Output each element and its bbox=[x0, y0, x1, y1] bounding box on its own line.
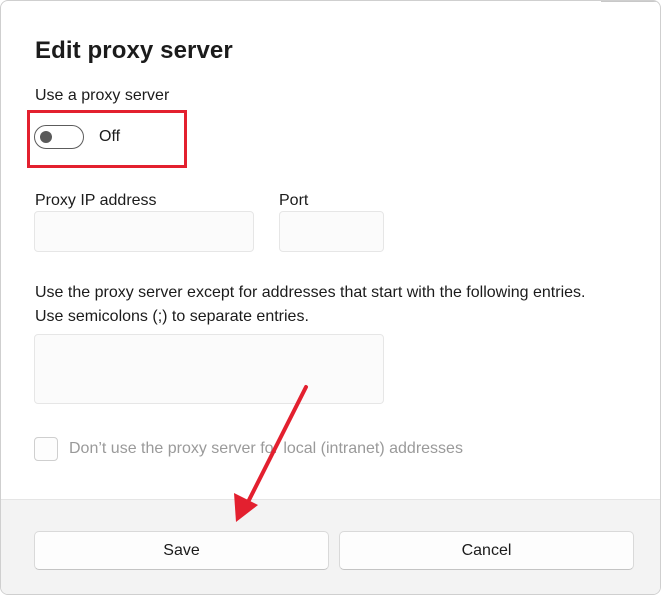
use-proxy-toggle-row: Off bbox=[34, 124, 120, 150]
exceptions-description-line1: Use the proxy server except for addresse… bbox=[35, 284, 586, 301]
exceptions-input[interactable] bbox=[34, 334, 384, 404]
exceptions-description: Use the proxy server except for addresse… bbox=[35, 281, 585, 329]
exceptions-description-line2: Use semicolons (;) to separate entries. bbox=[35, 308, 309, 325]
local-bypass-label: Don’t use the proxy server for local (in… bbox=[69, 440, 463, 457]
edit-proxy-dialog: Edit proxy server Use a proxy server Off… bbox=[0, 0, 661, 595]
local-bypass-row: Don’t use the proxy server for local (in… bbox=[34, 437, 463, 461]
use-proxy-label: Use a proxy server bbox=[35, 87, 170, 104]
port-input[interactable] bbox=[279, 211, 384, 252]
dialog-title: Edit proxy server bbox=[35, 37, 233, 64]
window-edge bbox=[601, 1, 660, 5]
use-proxy-toggle[interactable] bbox=[34, 125, 84, 149]
proxy-ip-input[interactable] bbox=[34, 211, 254, 252]
toggle-knob-icon bbox=[40, 131, 52, 143]
toggle-state-label: Off bbox=[99, 128, 121, 145]
cancel-button[interactable]: Cancel bbox=[339, 531, 634, 570]
save-button[interactable]: Save bbox=[34, 531, 329, 570]
proxy-ip-label: Proxy IP address bbox=[35, 192, 157, 209]
dialog-footer: Save Cancel bbox=[1, 499, 660, 594]
local-bypass-checkbox[interactable] bbox=[34, 437, 58, 461]
port-label: Port bbox=[279, 192, 309, 209]
